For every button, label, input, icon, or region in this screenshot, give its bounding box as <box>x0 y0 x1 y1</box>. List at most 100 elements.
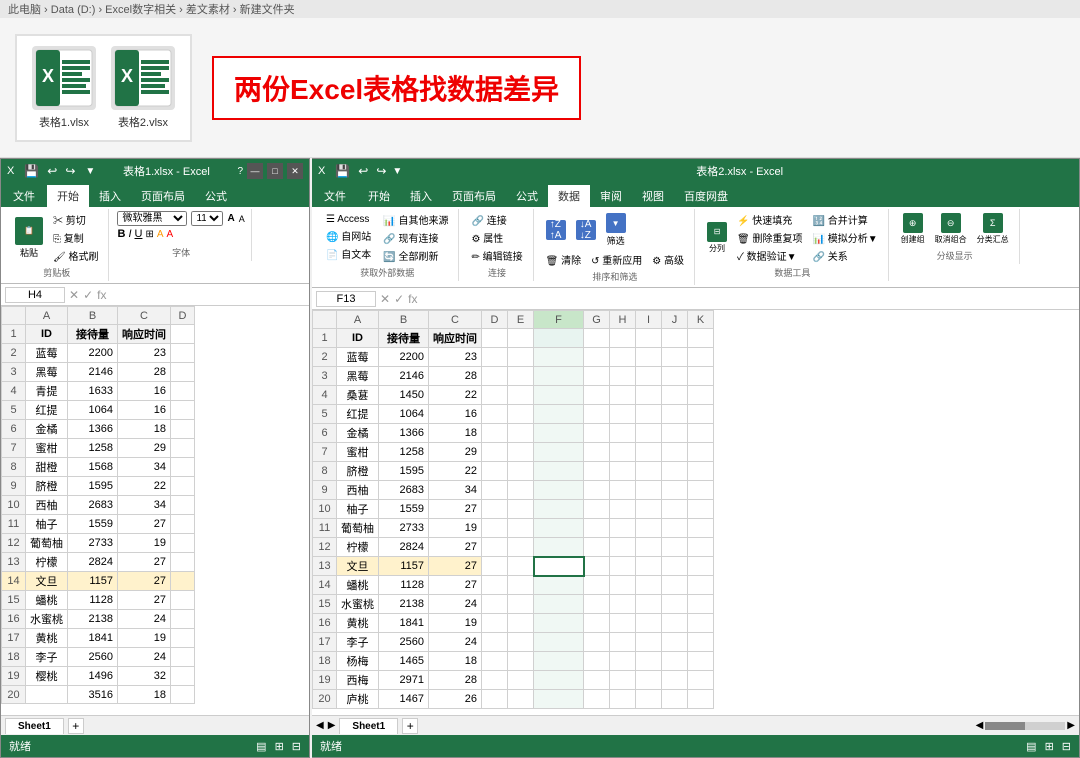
table-row[interactable]: 15蟠桃112827 <box>2 591 195 610</box>
col-header-A-2[interactable]: A <box>337 311 379 329</box>
sort-asc-btn[interactable]: ↑Z↑A <box>542 218 570 242</box>
next-sheet-btn[interactable]: ▶ <box>328 720 336 731</box>
scroll-left-btn[interactable]: ◀ <box>976 720 984 731</box>
save-icon-2[interactable]: 💾 <box>333 163 352 179</box>
website-btn[interactable]: 🌐 自网站 <box>322 227 375 244</box>
tab-home-1[interactable]: 开始 <box>47 185 89 207</box>
table-row[interactable]: 7蜜柑125829 <box>2 439 195 458</box>
bold-btn-1[interactable]: B <box>117 228 125 240</box>
table-row[interactable]: 8脐橙159522 <box>313 462 714 481</box>
col-header-D-2[interactable]: D <box>482 311 508 329</box>
table-row[interactable]: 12柠檬282427 <box>313 538 714 557</box>
table-row[interactable]: 11葡萄柚273319 <box>313 519 714 538</box>
sheet-tab-2[interactable]: Sheet1 <box>339 718 398 734</box>
data-validate-btn[interactable]: ✓ 数据验证▼ <box>733 247 806 264</box>
tab-formulas-2[interactable]: 公式 <box>506 185 548 207</box>
cell-ref-1[interactable] <box>5 287 65 303</box>
view-normal-icon-2[interactable]: ▤ <box>1026 740 1036 753</box>
table-row[interactable]: 20351618 <box>2 686 195 704</box>
col-header-H-2[interactable]: H <box>610 311 636 329</box>
col-header-C-1[interactable]: C <box>118 307 171 325</box>
tab-baidu-2[interactable]: 百度网盘 <box>674 185 738 207</box>
paste-btn-1[interactable]: 📋 粘贴 <box>11 215 47 261</box>
tab-review-2[interactable]: 审阅 <box>590 185 632 207</box>
tab-layout-1[interactable]: 页面布局 <box>131 185 195 207</box>
table-row[interactable]: 6金橘136618 <box>2 420 195 439</box>
undo-icon-1[interactable]: ↩ <box>45 163 59 179</box>
create-group-btn[interactable]: ⊕ 创建组 <box>897 211 929 247</box>
font-larger-btn-1[interactable]: A <box>227 213 234 224</box>
font-smaller-btn-1[interactable]: A <box>239 214 245 224</box>
tab-insert-2[interactable]: 插入 <box>400 185 442 207</box>
tab-view-2[interactable]: 视图 <box>632 185 674 207</box>
merge-calc-btn[interactable]: 🔢 合并计算 <box>809 211 882 228</box>
scroll-right-btn[interactable]: ▶ <box>1067 720 1075 731</box>
table-row[interactable]: 19西梅297128 <box>313 671 714 690</box>
table-row[interactable]: 2蓝莓220023 <box>2 344 195 363</box>
table-row[interactable]: 10柚子155927 <box>313 500 714 519</box>
col-header-K-2[interactable]: K <box>688 311 714 329</box>
tab-file-1[interactable]: 文件 <box>1 185 47 207</box>
table-row[interactable]: 5红提106416 <box>2 401 195 420</box>
table-row[interactable]: 1ID接待量响应时间 <box>313 329 714 348</box>
font-size-select-1[interactable]: 11 <box>191 211 223 226</box>
table-row[interactable]: 5红提106416 <box>313 405 714 424</box>
table-row[interactable]: 16水蜜桃213824 <box>2 610 195 629</box>
dropdown-icon-1[interactable]: ▼ <box>85 166 95 177</box>
sim-analysis-btn[interactable]: 📊 模拟分析▼ <box>809 229 882 246</box>
table-row[interactable]: 3黑莓214628 <box>313 367 714 386</box>
table-row[interactable]: 4桑葚145022 <box>313 386 714 405</box>
sheet-tab-1[interactable]: Sheet1 <box>5 718 64 734</box>
ungroup-btn[interactable]: ⊖ 取消组合 <box>931 211 971 247</box>
view-layout-icon-2[interactable]: ⊞ <box>1045 740 1054 753</box>
view-page-icon-2[interactable]: ⊟ <box>1062 740 1071 753</box>
col-header-F-2[interactable]: F <box>534 311 584 329</box>
table-row[interactable]: 14蟠桃112827 <box>313 576 714 595</box>
view-page-icon-1[interactable]: ⊟ <box>292 740 301 753</box>
file1-icon-item[interactable]: X 表格1.vlsx <box>32 46 96 130</box>
add-sheet-btn-1[interactable]: + <box>68 718 84 734</box>
formula-input-2[interactable] <box>421 293 1075 305</box>
table-row[interactable]: 2蓝莓220023 <box>313 348 714 367</box>
format-painter-btn-1[interactable]: 🖌 格式刷 <box>49 247 102 264</box>
col-header-B-1[interactable]: B <box>68 307 118 325</box>
table-row[interactable]: 6金橘136618 <box>313 424 714 443</box>
minimize-btn-1[interactable]: — <box>247 163 263 179</box>
table-row[interactable]: 19樱桃149632 <box>2 667 195 686</box>
col-header-G-2[interactable]: G <box>584 311 610 329</box>
redo-icon-1[interactable]: ↪ <box>63 163 77 179</box>
table-row[interactable]: 14文旦115727 <box>2 572 195 591</box>
view-normal-icon-1[interactable]: ▤ <box>256 740 266 753</box>
tab-home-2[interactable]: 开始 <box>358 185 400 207</box>
properties-btn[interactable]: ⚙ 属性 <box>467 229 526 246</box>
prev-sheet-btn[interactable]: ◀ <box>316 720 324 731</box>
table-row[interactable]: 4青提163316 <box>2 382 195 401</box>
fill-color-icon-1[interactable]: A <box>157 229 164 240</box>
table-row[interactable]: 1ID接待量响应时间 <box>2 325 195 344</box>
redo-icon-2[interactable]: ↪ <box>374 163 388 179</box>
add-sheet-btn-2[interactable]: + <box>402 718 418 734</box>
col-header-J-2[interactable]: J <box>662 311 688 329</box>
split-col-btn[interactable]: ⊟ 分列 <box>703 220 731 256</box>
refresh-all-btn[interactable]: 🔄 全部刷新 <box>379 247 452 264</box>
table-row[interactable]: 11柚子155927 <box>2 515 195 534</box>
col-header-C-2[interactable]: C <box>429 311 482 329</box>
filter-btn[interactable]: ▼ 筛选 <box>602 211 630 249</box>
table-row[interactable]: 10西柚268334 <box>2 496 195 515</box>
table-row[interactable]: 3黑莓214628 <box>2 363 195 382</box>
table-row[interactable]: 9脐橙159522 <box>2 477 195 496</box>
table-row[interactable]: 16黄桃184119 <box>313 614 714 633</box>
col-header-E-2[interactable]: E <box>508 311 534 329</box>
cut-btn-1[interactable]: ✂ 剪切 <box>49 211 102 228</box>
edit-links-btn[interactable]: ✏ 编辑链接 <box>467 247 526 264</box>
table-row[interactable]: 18杨梅146518 <box>313 652 714 671</box>
access-btn[interactable]: ☰ Access <box>322 213 375 226</box>
help-icon-1[interactable]: ? <box>237 166 243 177</box>
underline-btn-1[interactable]: U <box>135 228 143 240</box>
table-row[interactable]: 20庐桃146726 <box>313 690 714 709</box>
tab-insert-1[interactable]: 插入 <box>89 185 131 207</box>
col-header-D-1[interactable]: D <box>171 307 195 325</box>
table-row[interactable]: 18李子256024 <box>2 648 195 667</box>
table-row[interactable]: 15水蜜桃213824 <box>313 595 714 614</box>
tab-layout-2[interactable]: 页面布局 <box>442 185 506 207</box>
